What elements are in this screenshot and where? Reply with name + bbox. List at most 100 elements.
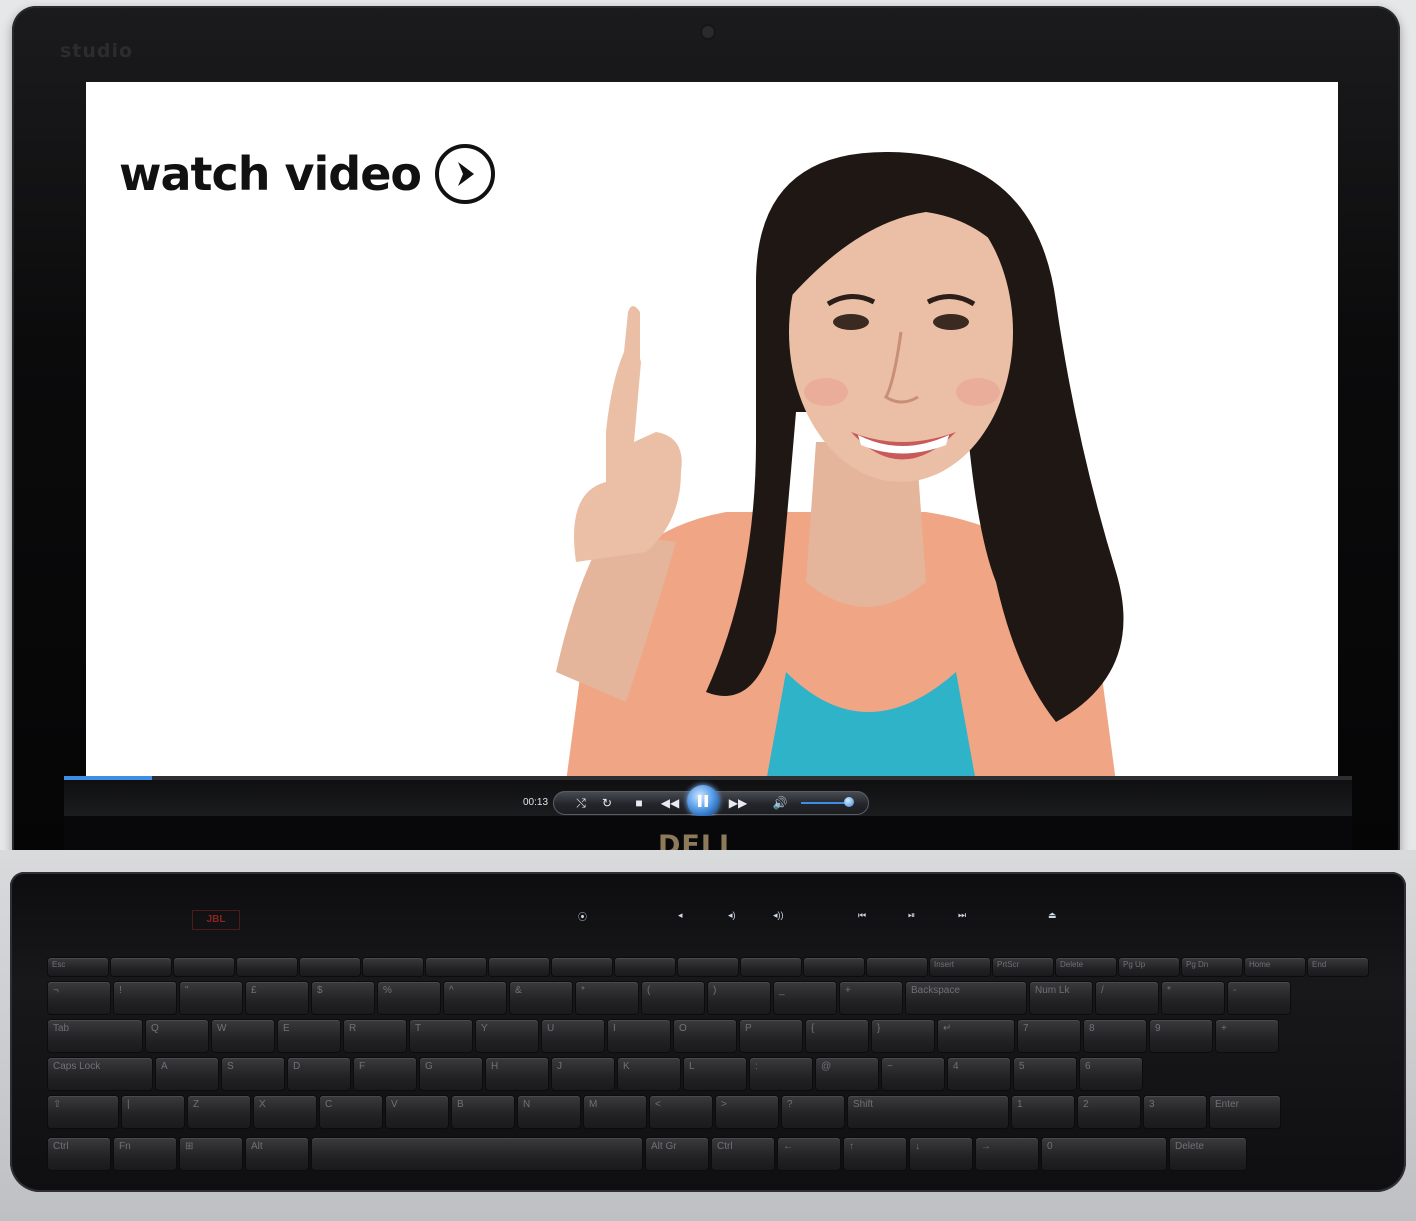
key-9[interactable]: 9 — [1150, 1020, 1212, 1052]
key-j[interactable]: J — [552, 1058, 614, 1090]
key-x[interactable]: X — [254, 1096, 316, 1128]
key--[interactable]: | — [122, 1096, 184, 1128]
key-y[interactable]: Y — [476, 1020, 538, 1052]
key--[interactable]: → — [976, 1138, 1038, 1170]
key-m[interactable]: M — [584, 1096, 646, 1128]
key-d[interactable]: D — [288, 1058, 350, 1090]
key--[interactable]: % — [378, 982, 440, 1014]
key--[interactable]: ⊞ — [180, 1138, 242, 1170]
key-pg-up[interactable]: Pg Up — [1119, 958, 1179, 976]
key--[interactable]: - — [1228, 982, 1290, 1014]
key--[interactable]: ) — [708, 982, 770, 1014]
key-w[interactable]: W — [212, 1020, 274, 1052]
play-pause-key-icon[interactable]: ⏯ — [908, 910, 915, 921]
key-e[interactable]: E — [278, 1020, 340, 1052]
key--[interactable]: ^ — [444, 982, 506, 1014]
key-blank[interactable] — [804, 958, 864, 976]
key-blank[interactable] — [552, 958, 612, 976]
key-s[interactable]: S — [222, 1058, 284, 1090]
video-screen[interactable]: watch video — [86, 82, 1338, 782]
key-delete[interactable]: Delete — [1170, 1138, 1246, 1170]
key--[interactable]: ↑ — [844, 1138, 906, 1170]
key-blank[interactable] — [363, 958, 423, 976]
wireless-icon[interactable]: ⦿ — [578, 910, 587, 923]
key-h[interactable]: H — [486, 1058, 548, 1090]
key--[interactable]: : — [750, 1058, 812, 1090]
key--[interactable]: ~ — [882, 1058, 944, 1090]
key-2[interactable]: 2 — [1078, 1096, 1140, 1128]
key--[interactable]: ↓ — [910, 1138, 972, 1170]
key-a[interactable]: A — [156, 1058, 218, 1090]
key-delete[interactable]: Delete — [1056, 958, 1116, 976]
key-q[interactable]: Q — [146, 1020, 208, 1052]
volume-icon[interactable]: 🔊 — [769, 794, 791, 812]
key-blank[interactable] — [678, 958, 738, 976]
key-8[interactable]: 8 — [1084, 1020, 1146, 1052]
key-u[interactable]: U — [542, 1020, 604, 1052]
key--[interactable]: < — [650, 1096, 712, 1128]
key-blank[interactable] — [174, 958, 234, 976]
key-5[interactable]: 5 — [1014, 1058, 1076, 1090]
key-blank[interactable] — [489, 958, 549, 976]
key--[interactable]: _ — [774, 982, 836, 1014]
key-1[interactable]: 1 — [1012, 1096, 1074, 1128]
key-end[interactable]: End — [1308, 958, 1368, 976]
key-num-lk[interactable]: Num Lk — [1030, 982, 1092, 1014]
key-z[interactable]: Z — [188, 1096, 250, 1128]
key--[interactable]: @ — [816, 1058, 878, 1090]
key-blank[interactable] — [111, 958, 171, 976]
key-ctrl[interactable]: Ctrl — [712, 1138, 774, 1170]
key-prtscr[interactable]: PrtScr — [993, 958, 1053, 976]
volume-down-icon[interactable]: ◂) — [728, 910, 736, 921]
key-backspace[interactable]: Backspace — [906, 982, 1026, 1014]
key--[interactable]: £ — [246, 982, 308, 1014]
key--[interactable]: * — [576, 982, 638, 1014]
key--[interactable]: { — [806, 1020, 868, 1052]
key--[interactable]: ? — [782, 1096, 844, 1128]
key--[interactable]: ¬ — [48, 982, 110, 1014]
key--[interactable]: + — [1216, 1020, 1278, 1052]
key-blank[interactable] — [300, 958, 360, 976]
watch-video-link[interactable]: watch video — [119, 144, 496, 204]
key-alt-gr[interactable]: Alt Gr — [646, 1138, 708, 1170]
key-blank[interactable] — [867, 958, 927, 976]
key--[interactable]: & — [510, 982, 572, 1014]
key--[interactable]: $ — [312, 982, 374, 1014]
seek-bar[interactable] — [64, 776, 1352, 780]
key-fn[interactable]: Fn — [114, 1138, 176, 1170]
volume-up-icon[interactable]: ◂)) — [773, 910, 784, 921]
key-enter[interactable]: Enter — [1210, 1096, 1280, 1128]
key--[interactable]: * — [1162, 982, 1224, 1014]
repeat-icon[interactable]: ↻ — [597, 794, 617, 812]
key--[interactable]: / — [1096, 982, 1158, 1014]
next-track-icon[interactable]: ⏭ — [958, 910, 966, 921]
key-r[interactable]: R — [344, 1020, 406, 1052]
key-alt[interactable]: Alt — [246, 1138, 308, 1170]
key--[interactable]: ← — [778, 1138, 840, 1170]
key-b[interactable]: B — [452, 1096, 514, 1128]
stop-icon[interactable]: ■ — [629, 794, 649, 812]
eject-icon[interactable]: ⏏ — [1048, 910, 1057, 921]
key-shift[interactable]: Shift — [848, 1096, 1008, 1128]
key-i[interactable]: I — [608, 1020, 670, 1052]
key-3[interactable]: 3 — [1144, 1096, 1206, 1128]
key-insert[interactable]: Insert — [930, 958, 990, 976]
key-7[interactable]: 7 — [1018, 1020, 1080, 1052]
key-ctrl[interactable]: Ctrl — [48, 1138, 110, 1170]
key-k[interactable]: K — [618, 1058, 680, 1090]
key-0[interactable]: 0 — [1042, 1138, 1166, 1170]
key-n[interactable]: N — [518, 1096, 580, 1128]
key-g[interactable]: G — [420, 1058, 482, 1090]
key--[interactable]: ⇧ — [48, 1096, 118, 1128]
key--[interactable]: ( — [642, 982, 704, 1014]
key-p[interactable]: P — [740, 1020, 802, 1052]
key-4[interactable]: 4 — [948, 1058, 1010, 1090]
key-tab[interactable]: Tab — [48, 1020, 142, 1052]
key-home[interactable]: Home — [1245, 958, 1305, 976]
key-v[interactable]: V — [386, 1096, 448, 1128]
shuffle-icon[interactable]: ⤭ — [571, 794, 591, 812]
key-o[interactable]: O — [674, 1020, 736, 1052]
volume-thumb[interactable] — [843, 797, 854, 807]
key--[interactable]: ! — [114, 982, 176, 1014]
fast-forward-icon[interactable]: ▶▶ — [725, 794, 751, 812]
